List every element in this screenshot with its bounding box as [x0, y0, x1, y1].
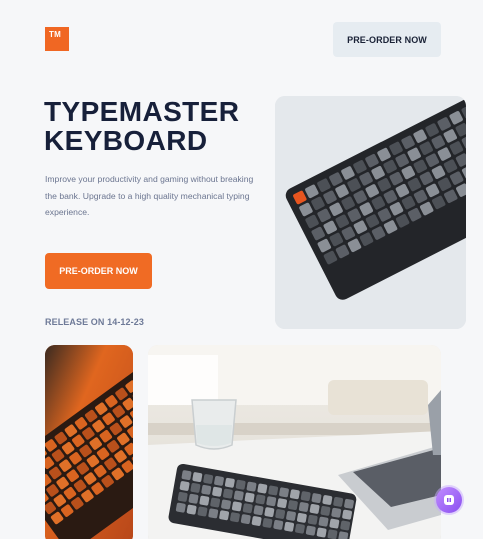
keycap	[244, 492, 255, 503]
keycap	[221, 499, 231, 510]
keycap	[231, 501, 242, 512]
keycap	[342, 509, 352, 520]
keycap	[208, 508, 219, 519]
keycap	[264, 507, 275, 518]
keycap	[320, 505, 331, 516]
keycap	[188, 493, 199, 504]
keycap	[251, 516, 262, 526]
keycap	[318, 516, 329, 527]
keycap	[316, 527, 327, 538]
keycap	[192, 472, 203, 482]
keycap	[286, 511, 296, 521]
keycap	[197, 506, 208, 517]
keycap	[329, 518, 340, 529]
title-line-2: KEYBOARD	[44, 125, 208, 156]
keycap	[296, 512, 307, 523]
page-title: TYPEMASTER KEYBOARD	[44, 97, 239, 155]
keycap	[235, 479, 246, 490]
keycap	[295, 523, 305, 534]
keycap	[246, 481, 257, 492]
keycap	[344, 498, 354, 509]
hero-description: Improve your productivity and gaming wit…	[45, 174, 254, 218]
keycap	[177, 491, 188, 502]
keycap	[333, 497, 344, 507]
keycap	[289, 489, 300, 500]
keycap	[219, 510, 230, 521]
keycap	[181, 470, 192, 481]
keycap	[322, 495, 333, 505]
brand-logo[interactable]: TM	[45, 27, 69, 51]
keycap	[288, 500, 298, 510]
hero-preorder-button[interactable]: PRE-ORDER NOW	[45, 253, 152, 289]
keycap	[331, 507, 342, 518]
keycap	[214, 475, 224, 486]
keycap	[186, 504, 197, 515]
release-date: RELEASE ON 14-12-23	[45, 317, 144, 327]
keycap	[300, 491, 311, 502]
keycap	[230, 512, 240, 523]
keycap	[277, 498, 287, 509]
keycap	[199, 495, 210, 506]
keycap	[284, 521, 295, 532]
keycap	[307, 514, 318, 525]
keycap	[201, 484, 212, 495]
keycap	[257, 483, 268, 494]
title-line-1: TYPEMASTER	[44, 96, 240, 127]
keycap	[240, 514, 251, 525]
keycap	[223, 488, 233, 499]
desk-setup-image	[148, 345, 441, 539]
keycap	[279, 487, 289, 498]
keycap	[309, 504, 320, 514]
logo-text: TM	[49, 30, 61, 39]
keycap	[298, 502, 309, 512]
chat-bubble-icon[interactable]	[436, 487, 462, 513]
keycap	[311, 493, 322, 503]
keycap	[262, 518, 273, 528]
keycap	[203, 474, 214, 484]
keycap	[273, 519, 284, 530]
hero-keyboard-image	[275, 96, 466, 329]
keycap	[210, 497, 221, 508]
keycap	[175, 502, 186, 513]
keycap	[179, 481, 190, 491]
keycap	[268, 485, 279, 496]
keycap	[340, 520, 351, 531]
orange-keyboard-image	[45, 345, 133, 539]
keycap	[212, 486, 223, 497]
keycap	[233, 490, 244, 501]
keycap	[305, 525, 316, 536]
keycap	[253, 505, 264, 516]
keycap	[190, 483, 201, 493]
keycap	[266, 496, 277, 507]
keycap	[275, 509, 286, 519]
keycap	[224, 477, 235, 488]
keycap	[255, 494, 266, 505]
header-preorder-button[interactable]: PRE-ORDER NOW	[333, 22, 441, 57]
keycap	[242, 503, 253, 514]
keycap	[327, 529, 338, 539]
